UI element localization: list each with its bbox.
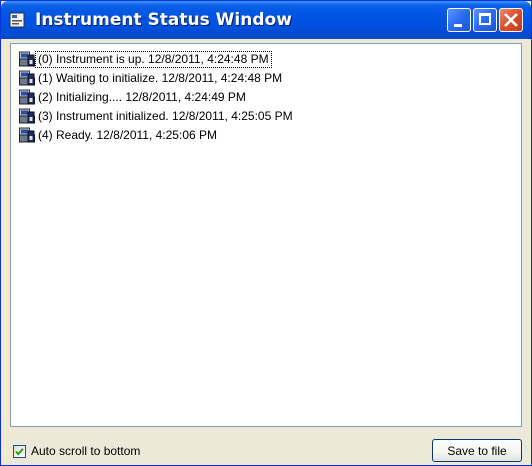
log-entry-text: (2) Initializing.... 12/8/2011, 4:24:49 … <box>38 89 246 104</box>
minimize-icon <box>454 24 462 27</box>
instrument-icon <box>19 89 35 105</box>
window-title: Instrument Status Window <box>35 10 292 30</box>
app-icon <box>9 12 25 28</box>
log-entry[interactable]: (4) Ready. 12/8/2011, 4:25:06 PM <box>19 126 219 144</box>
log-entry[interactable]: (2) Initializing.... 12/8/2011, 4:24:49 … <box>19 88 248 106</box>
title-bar[interactable]: Instrument Status Window <box>1 1 531 39</box>
log-entry-text: (4) Ready. 12/8/2011, 4:25:06 PM <box>38 127 217 142</box>
close-button[interactable] <box>499 8 523 32</box>
status-log-list[interactable]: (0) Instrument is up. 12/8/2011, 4:24:48… <box>10 43 522 427</box>
maximize-icon <box>479 13 491 25</box>
log-entry[interactable]: (3) Instrument initialized. 12/8/2011, 4… <box>19 107 295 125</box>
checkmark-icon <box>15 448 24 456</box>
log-entry[interactable]: (1) Waiting to initialize. 12/8/2011, 4:… <box>19 69 284 87</box>
log-entry[interactable]: (0) Instrument is up. 12/8/2011, 4:24:48… <box>19 50 272 68</box>
auto-scroll-checkbox[interactable] <box>13 445 26 458</box>
log-entry-text: (3) Instrument initialized. 12/8/2011, 4… <box>38 108 293 123</box>
log-entry-text: (1) Waiting to initialize. 12/8/2011, 4:… <box>38 70 283 85</box>
save-to-file-button[interactable]: Save to file <box>432 439 522 462</box>
minimize-button[interactable] <box>447 8 471 32</box>
log-entry-text: (0) Instrument is up. 12/8/2011, 4:24:48… <box>35 50 272 68</box>
instrument-icon <box>19 127 35 143</box>
instrument-icon <box>19 51 35 67</box>
close-icon <box>504 13 518 27</box>
instrument-icon <box>19 70 35 86</box>
maximize-button[interactable] <box>473 8 497 32</box>
instrument-status-window: Instrument Status Window (0) Instrument … <box>0 0 532 466</box>
auto-scroll-label[interactable]: Auto scroll to bottom <box>31 444 140 458</box>
instrument-icon <box>19 108 35 124</box>
